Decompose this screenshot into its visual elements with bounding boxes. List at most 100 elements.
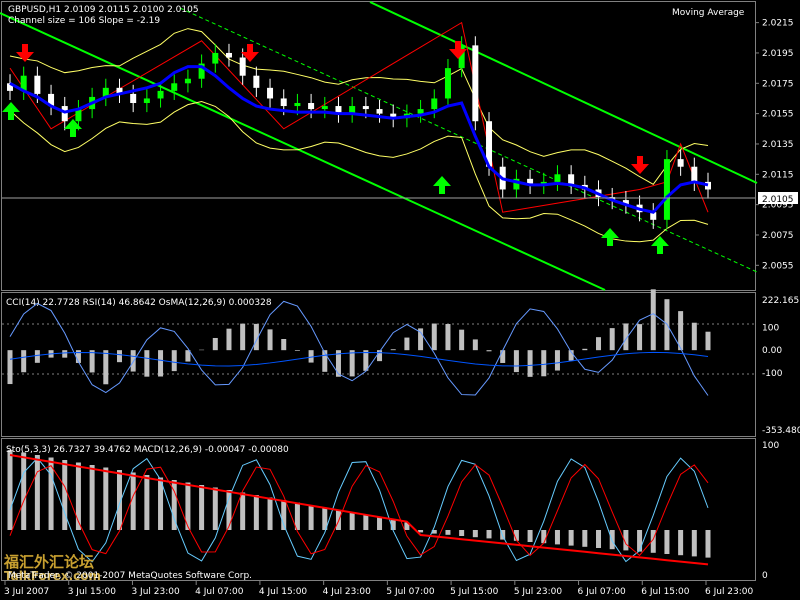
osma-bar xyxy=(267,329,273,351)
osma-bar xyxy=(650,289,656,351)
symbol-info: GBPUSD,H1 2.0109 2.0115 2.0100 2.0105 xyxy=(8,5,199,15)
osc-tick-label: 222.1657 xyxy=(762,296,800,306)
candle-body xyxy=(184,78,191,84)
osma-bar xyxy=(294,350,300,351)
price-tick-label: 2.0175 xyxy=(762,79,794,89)
candle-body xyxy=(280,98,287,107)
macd-bar xyxy=(308,505,314,530)
candle-body xyxy=(417,109,424,114)
time-tick-label: 6 Jul 07:00 xyxy=(578,587,627,597)
arrow-up-icon xyxy=(651,236,669,254)
candle-body xyxy=(130,93,137,104)
osma-bar xyxy=(609,328,615,351)
macd-signal-line xyxy=(9,454,709,566)
arrow-down-icon xyxy=(16,44,34,62)
bollinger-bands xyxy=(9,28,709,243)
macd-bar xyxy=(609,530,615,550)
candle-body xyxy=(171,83,178,91)
time-tick-label: 4 Jul 07:00 xyxy=(195,587,244,597)
zigzag-path xyxy=(9,21,709,213)
macd-bar xyxy=(691,530,697,557)
osma-bar xyxy=(500,350,506,363)
bollinger-lower xyxy=(9,101,709,243)
arrow-up-icon xyxy=(433,176,451,194)
macd-bar xyxy=(377,517,383,530)
macd-bar xyxy=(34,455,40,530)
macd-bar xyxy=(144,475,150,530)
osma-bar xyxy=(116,350,122,363)
macd-bar xyxy=(89,465,95,530)
macd-label: Sto(5,3,3) 26.7327 39.4762 MACD(12,26,9)… xyxy=(6,445,289,455)
osc-tick-label: 100 xyxy=(762,324,779,334)
macd-bar xyxy=(445,530,451,535)
osma-bar xyxy=(596,337,602,351)
candle-body xyxy=(691,166,698,182)
channel-info: Channel size = 106 Slope = -2.19 xyxy=(8,16,160,26)
time-tick-label: 3 Jul 2007 xyxy=(4,587,49,597)
macd-bar xyxy=(705,530,711,558)
macd-bar xyxy=(486,530,492,539)
trading-chart[interactable]: GBPUSD,H1 2.0109 2.0115 2.0100 2.0105 Ch… xyxy=(0,0,800,600)
macd-panel-frame xyxy=(1,438,756,581)
price-tick-label: 2.0135 xyxy=(762,140,794,150)
candle-body xyxy=(362,106,369,110)
channel-lower xyxy=(0,12,606,291)
osc-tick-label: -353.480 xyxy=(762,426,800,436)
time-tick-label: 5 Jul 07:00 xyxy=(386,587,435,597)
copyright: MetaTrader, © 2001-2007 MetaQuotes Softw… xyxy=(8,571,252,581)
osma-bar xyxy=(103,350,109,385)
candle-body xyxy=(472,45,479,122)
time-tick-label: 4 Jul 23:00 xyxy=(323,587,372,597)
osma-bar xyxy=(363,350,369,371)
candle-body xyxy=(376,109,383,114)
osc-panel-frame xyxy=(1,292,756,437)
candle-body xyxy=(225,52,232,58)
osma-bar xyxy=(445,324,451,351)
time-tick-label: 4 Jul 15:00 xyxy=(259,587,308,597)
candle-body xyxy=(554,174,561,182)
osma-bar xyxy=(240,323,246,351)
panel-frames xyxy=(1,1,756,581)
macd-bar xyxy=(459,530,465,536)
channel-upper xyxy=(369,1,758,184)
osma-bar xyxy=(390,349,396,351)
macd-tick-label: 0 xyxy=(762,571,768,581)
macd-axis: 100 0 xyxy=(762,441,779,581)
osma-bar xyxy=(486,350,492,352)
price-tick-label: 2.0075 xyxy=(762,231,794,241)
arrow-up-icon xyxy=(64,119,82,137)
signal-arrows xyxy=(2,41,669,254)
time-tick-label: 5 Jul 15:00 xyxy=(450,587,499,597)
osma-bar xyxy=(472,339,478,351)
candle-body xyxy=(34,75,41,94)
time-tick-label: 3 Jul 15:00 xyxy=(68,587,117,597)
macd-bar xyxy=(253,495,259,530)
candle-body xyxy=(431,98,438,110)
price-axis: 2.0215 2.0195 2.0175 2.0155 2.0135 2.0115 2.00… xyxy=(755,19,794,271)
candle-body xyxy=(253,75,260,88)
osc-axis: 222.1657 100 0.00 -100 -353.480 xyxy=(762,296,800,436)
osma-bar xyxy=(226,328,232,351)
macd-bar xyxy=(554,530,560,545)
candle-body xyxy=(677,159,684,167)
macd-bar xyxy=(240,492,246,530)
osma-bar xyxy=(554,350,560,371)
stochastic-macd xyxy=(7,450,711,566)
osma-bar xyxy=(158,350,164,377)
price-panel-frame xyxy=(1,1,756,291)
macd-bar xyxy=(541,530,547,544)
osma-bar xyxy=(349,350,355,377)
macd-bar xyxy=(267,497,273,530)
macd-bar xyxy=(637,530,643,552)
moving-average xyxy=(9,65,709,214)
osma-bar xyxy=(691,322,697,351)
osc-tick-label: 0.00 xyxy=(762,346,782,356)
candle-body xyxy=(143,98,150,104)
macd-bar xyxy=(349,512,355,530)
moving-average-line xyxy=(9,65,709,214)
osma-bar xyxy=(527,350,533,377)
osma-bar xyxy=(404,337,410,351)
regression-channel xyxy=(0,1,758,291)
candle-body xyxy=(321,106,328,110)
osma-bar xyxy=(431,323,437,351)
